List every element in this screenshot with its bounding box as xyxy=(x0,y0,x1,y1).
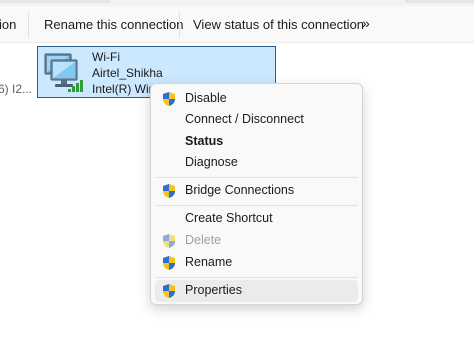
uac-shield-icon xyxy=(163,284,175,298)
menu-item-status[interactable]: Status xyxy=(155,131,358,153)
menu-item-label: Diagnose xyxy=(185,155,238,169)
uac-shield-icon xyxy=(163,92,175,106)
menu-item-rename[interactable]: Rename xyxy=(155,252,358,274)
uac-shield-icon xyxy=(163,234,175,248)
toolbar-separator xyxy=(28,12,29,38)
context-menu: Disable Connect / Disconnect Status Diag… xyxy=(150,83,363,305)
menu-item-properties[interactable]: Properties xyxy=(155,280,358,302)
more-commands-button[interactable]: » xyxy=(362,15,370,31)
toolbar-item-clipped[interactable]: ion xyxy=(0,17,16,32)
menu-item-create-shortcut[interactable]: Create Shortcut xyxy=(155,208,358,230)
menu-item-label: Create Shortcut xyxy=(185,211,273,225)
rename-connection-button[interactable]: Rename this connection xyxy=(44,17,183,32)
adapter-network: Airtel_Shikha xyxy=(92,66,163,80)
toolbar-separator xyxy=(179,12,180,38)
menu-item-delete: Delete xyxy=(155,230,358,252)
adapter-device: Intel(R) Wir xyxy=(92,82,153,96)
menu-item-label: Connect / Disconnect xyxy=(185,112,304,126)
adapter-name: Wi-Fi xyxy=(92,50,120,64)
network-adapter-icon xyxy=(44,53,83,92)
menu-item-label: Delete xyxy=(185,233,222,247)
top-strip-segment xyxy=(405,0,474,3)
adapter-description-clipped: 6) I2... xyxy=(0,82,33,96)
command-bar: ion Rename this connection View status o… xyxy=(0,6,474,43)
menu-item-disable[interactable]: Disable xyxy=(155,88,358,110)
menu-item-label: Rename xyxy=(185,255,233,269)
top-strip-segment xyxy=(0,0,110,3)
menu-separator xyxy=(155,277,358,278)
menu-separator xyxy=(155,205,358,206)
uac-shield-icon xyxy=(163,184,175,198)
menu-item-label: Properties xyxy=(185,283,242,297)
menu-separator xyxy=(155,177,358,178)
menu-item-label: Bridge Connections xyxy=(185,183,295,197)
menu-item-label: Disable xyxy=(185,91,227,105)
menu-item-diagnose[interactable]: Diagnose xyxy=(155,152,358,174)
view-status-button[interactable]: View status of this connection xyxy=(193,17,364,32)
menu-item-label: Status xyxy=(185,134,224,148)
menu-item-bridge-connections[interactable]: Bridge Connections xyxy=(155,180,358,202)
uac-shield-icon xyxy=(163,256,175,270)
menu-item-connect-disconnect[interactable]: Connect / Disconnect xyxy=(155,109,358,131)
